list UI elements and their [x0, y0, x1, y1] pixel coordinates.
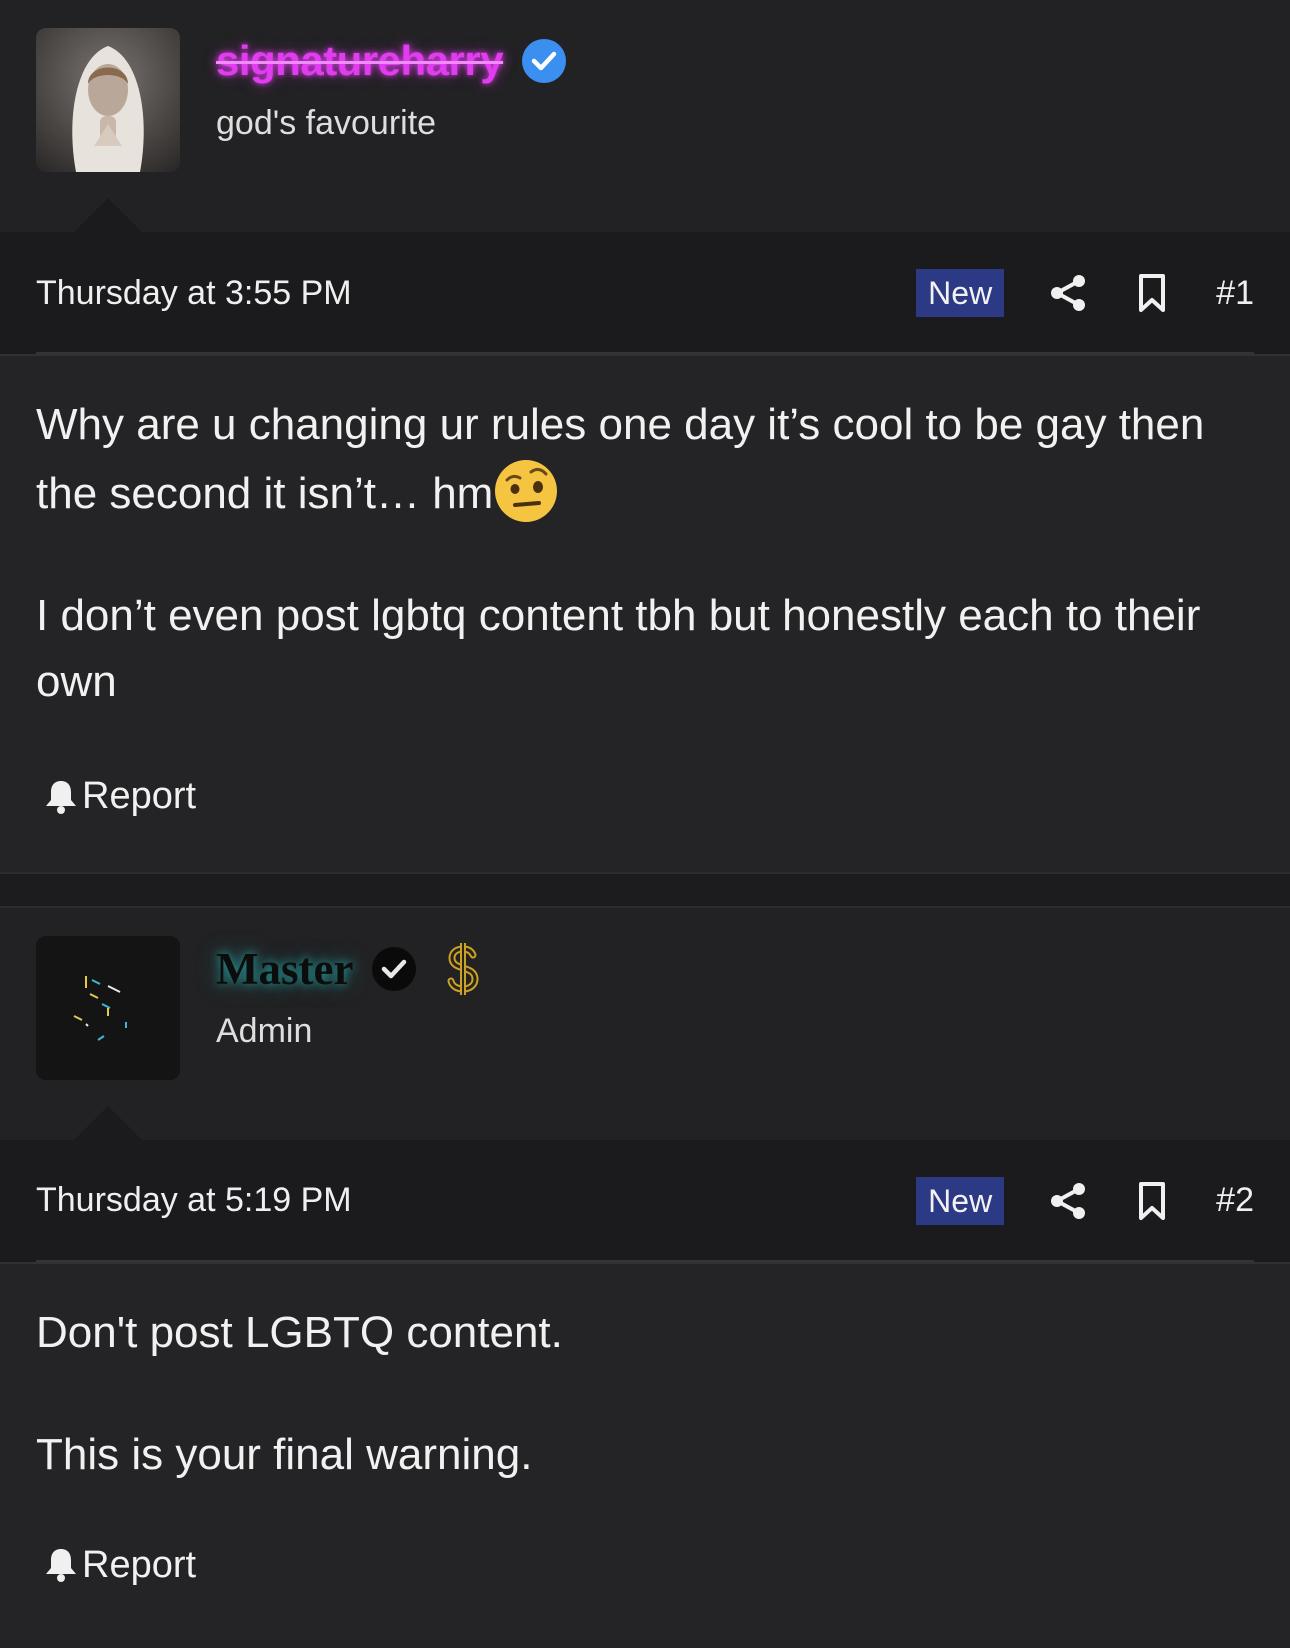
post-meta-bar: Thursday at 3:55 PM New #1: [0, 232, 1290, 356]
post-1-body: Why are u changing ur rules one day it’s…: [0, 356, 1290, 872]
post-date[interactable]: Thursday at 5:19 PM: [36, 1181, 352, 1220]
verified-check-icon: [521, 38, 567, 84]
post-paragraph-text: Why are u changing ur rules one day it’s…: [36, 400, 1204, 518]
meta-divider: [36, 1260, 1254, 1262]
username[interactable]: Master: [216, 943, 353, 995]
post-number-link[interactable]: #1: [1216, 274, 1254, 313]
post-separator: [0, 872, 1290, 908]
new-badge: New: [916, 1177, 1004, 1225]
bookmark-icon[interactable]: [1132, 273, 1172, 313]
dollar-sign-icon: [443, 941, 483, 997]
report-button[interactable]: Report: [44, 775, 196, 818]
user-title: god's favourite: [216, 104, 436, 143]
post-2-user-header: Master Admin: [0, 908, 1290, 1140]
post-number-link[interactable]: #2: [1216, 1181, 1254, 1220]
post-actions: New #1: [916, 269, 1254, 317]
bookmark-icon[interactable]: [1132, 1181, 1172, 1221]
face-with-raised-eyebrow-emoji: [493, 458, 559, 524]
post-paragraph: This is your final warning.: [36, 1422, 1254, 1488]
header-notch: [74, 1106, 142, 1140]
post-1: signatureharry god's favourite Thursday …: [0, 0, 1290, 872]
username[interactable]: signatureharry: [216, 37, 503, 85]
report-label: Report: [82, 775, 196, 818]
post-2: Master Admin Thursday at 5:19 PM: [0, 908, 1290, 1648]
report-label: Report: [82, 1544, 196, 1587]
user-avatar[interactable]: [36, 28, 180, 172]
share-icon[interactable]: [1048, 273, 1088, 313]
bell-icon: [44, 1547, 78, 1583]
new-badge: New: [916, 269, 1004, 317]
post-paragraph: Don't post LGBTQ content.: [36, 1300, 1254, 1366]
post-date[interactable]: Thursday at 3:55 PM: [36, 274, 352, 313]
verified-check-icon: [371, 946, 417, 992]
admin-avatar[interactable]: [36, 936, 180, 1080]
username-row: Master: [216, 936, 483, 1002]
post-paragraph: Why are u changing ur rules one day it’s…: [36, 392, 1254, 527]
post-meta-bar: Thursday at 5:19 PM New #2: [0, 1140, 1290, 1264]
meta-divider: [36, 352, 1254, 354]
report-button[interactable]: Report: [44, 1544, 196, 1587]
post-content: Don't post LGBTQ content. This is your f…: [0, 1264, 1290, 1488]
post-content: Why are u changing ur rules one day it’s…: [0, 356, 1290, 715]
username-row: signatureharry: [216, 28, 567, 94]
post-paragraph: I don’t even post lgbtq content tbh but …: [36, 583, 1254, 715]
bell-icon: [44, 779, 78, 815]
post-2-body: Don't post LGBTQ content. This is your f…: [0, 1264, 1290, 1648]
share-icon[interactable]: [1048, 1181, 1088, 1221]
post-1-user-header: signatureharry god's favourite: [0, 0, 1290, 232]
header-notch: [74, 198, 142, 232]
post-actions: New #2: [916, 1177, 1254, 1225]
user-title: Admin: [216, 1012, 312, 1051]
